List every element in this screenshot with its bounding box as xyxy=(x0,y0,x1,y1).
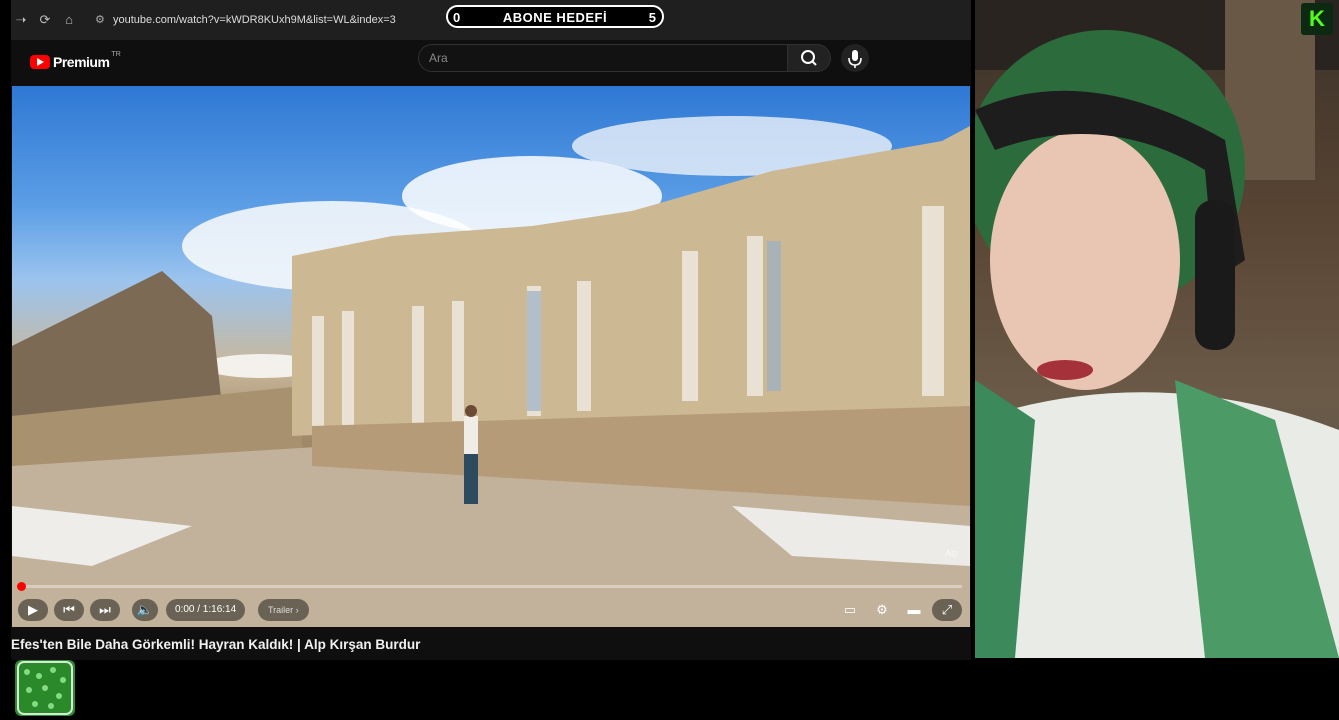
search-button[interactable] xyxy=(787,44,831,72)
back-button[interactable]: ➝ xyxy=(13,12,29,28)
search-icon xyxy=(801,50,817,66)
subtitles-icon: ▭ xyxy=(843,602,857,617)
player-controls: ▶ ⏮ ⏭ 🔈 0:00 / 1:16:14 Trailer › ▭ ⚙ ▬ ⤢ xyxy=(12,577,970,627)
skip-next-icon: ⏭ xyxy=(99,602,111,617)
play-button[interactable]: ▶ xyxy=(18,599,48,621)
region-code: TR xyxy=(111,50,121,58)
video-player[interactable]: Alp ▶ ⏮ ⏭ 🔈 0:00 / 1:16:14 Trailer › ▭ ⚙… xyxy=(12,86,970,627)
settings-button[interactable]: ⚙ xyxy=(870,599,894,621)
url-text: youtube.com/watch?v=kWDR8KUxh9M&list=WL&… xyxy=(113,14,396,26)
green-gift-jar-icon xyxy=(15,660,75,716)
chapter-button[interactable]: Trailer › xyxy=(258,599,309,621)
skip-previous-icon: ⏮ xyxy=(63,602,75,617)
theater-icon: ▬ xyxy=(907,602,921,617)
subtitles-button[interactable]: ▭ xyxy=(838,599,862,621)
youtube-header: Premium TR xyxy=(11,40,971,85)
chevron-right-icon: › xyxy=(295,605,299,615)
video-frame-ancient-ruins xyxy=(12,116,970,627)
streamer-webcam xyxy=(975,0,1339,658)
time-display: 0:00 / 1:16:14 xyxy=(166,599,246,621)
youtube-logo[interactable]: Premium TR xyxy=(30,51,121,73)
theater-button[interactable]: ▬ xyxy=(902,599,926,621)
reload-button[interactable]: ⟳ xyxy=(37,12,53,28)
progress-scrubber[interactable] xyxy=(17,582,26,591)
previous-button[interactable]: ⏮ xyxy=(54,599,84,621)
goal-label: ABONE HEDEFİ xyxy=(502,10,608,25)
logo-text: Premium xyxy=(53,54,110,70)
fullscreen-button[interactable]: ⤢ xyxy=(932,599,962,621)
search-box[interactable] xyxy=(418,44,788,72)
youtube-play-logo-icon xyxy=(30,55,50,69)
browser-window: ➝ ⟳ ⌂ ⚙ youtube.com/watch?v=kWDR8KUxh9M&l… xyxy=(11,0,971,660)
home-button[interactable]: ⌂ xyxy=(61,12,77,28)
gear-icon: ⚙ xyxy=(876,602,888,617)
volume-icon: 🔈 xyxy=(136,602,154,617)
progress-bar[interactable] xyxy=(17,582,962,591)
video-watermark: Alp xyxy=(944,548,958,558)
search-input[interactable] xyxy=(419,45,779,71)
play-icon: ▶ xyxy=(28,602,38,617)
subscriber-goal-widget: 0 ABONE HEDEFİ 5 xyxy=(446,5,664,28)
goal-target: 5 xyxy=(648,10,656,25)
video-title[interactable]: Efes'ten Bile Daha Görkemli! Hayran Kald… xyxy=(11,637,711,652)
next-button[interactable]: ⏭ xyxy=(90,599,120,621)
webcam-feed xyxy=(975,0,1339,658)
kick-logo-icon: K xyxy=(1301,3,1333,35)
url-field[interactable]: ⚙ youtube.com/watch?v=kWDR8KUxh9M&list=WL… xyxy=(95,9,425,31)
voice-search-button[interactable] xyxy=(841,44,869,72)
chapter-label: Trailer xyxy=(268,605,294,615)
mic-icon xyxy=(848,50,862,68)
tune-icon[interactable]: ⚙ xyxy=(95,9,107,31)
volume-button[interactable]: 🔈 xyxy=(132,599,158,621)
fullscreen-icon: ⤢ xyxy=(941,602,953,617)
